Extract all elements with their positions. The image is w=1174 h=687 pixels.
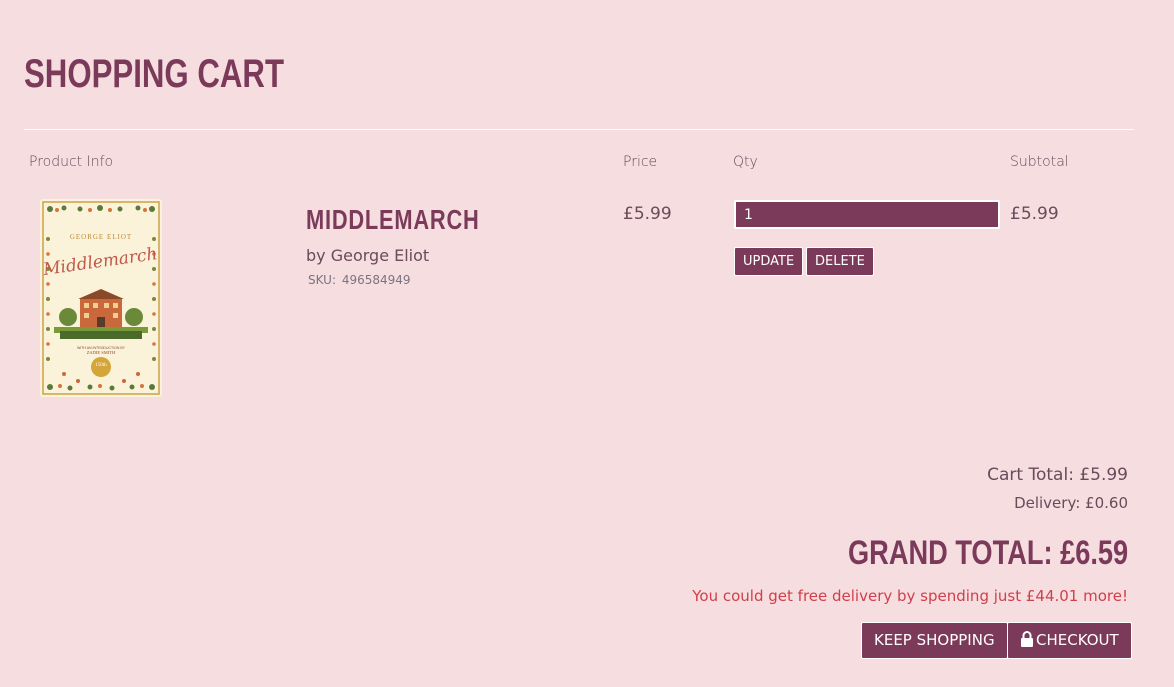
cover-badge: 150th (95, 363, 107, 368)
keep-shopping-button[interactable]: KEEP SHOPPING (861, 622, 1008, 659)
header-product-info: Product Info (29, 154, 114, 170)
lock-icon (1021, 631, 1033, 647)
cover-author: GEORGE ELIOT (70, 233, 132, 241)
header-qty: Qty (733, 154, 758, 170)
cover-intro-author: ZADIE SMITH (87, 350, 116, 355)
checkout-button[interactable]: CHECKOUT (1007, 622, 1132, 659)
product-image[interactable]: GEORGE ELIOT Middlemarch WITH AN INTRODU… (40, 199, 162, 397)
free-delivery-message: You could get free delivery by spending … (692, 587, 1128, 605)
sku-value: 496584949 (341, 273, 411, 287)
update-button[interactable]: UPDATE (734, 247, 804, 276)
product-author: by George Eliot (306, 246, 430, 265)
title-divider (24, 129, 1134, 130)
sku-label: SKU: (308, 273, 336, 287)
item-price: £5.99 (623, 204, 672, 224)
delivery-cost: Delivery: £0.60 (1014, 494, 1128, 512)
product-name[interactable]: Middlemarch (306, 204, 480, 236)
checkout-label: CHECKOUT (1036, 631, 1119, 649)
header-price: Price (623, 154, 658, 170)
delete-button[interactable]: DELETE (806, 247, 874, 276)
product-sku: SKU: 496584949 (306, 273, 411, 287)
grand-total: Grand Total: £6.59 (847, 534, 1128, 572)
quantity-input[interactable] (734, 200, 1000, 229)
header-subtotal: Subtotal (1010, 154, 1069, 170)
shopping-cart-page: Shopping Cart Product Info Price Qty Sub… (0, 0, 1174, 687)
page-title: Shopping Cart (24, 52, 285, 96)
item-subtotal: £5.99 (1010, 204, 1059, 224)
cart-total: Cart Total: £5.99 (987, 465, 1128, 485)
